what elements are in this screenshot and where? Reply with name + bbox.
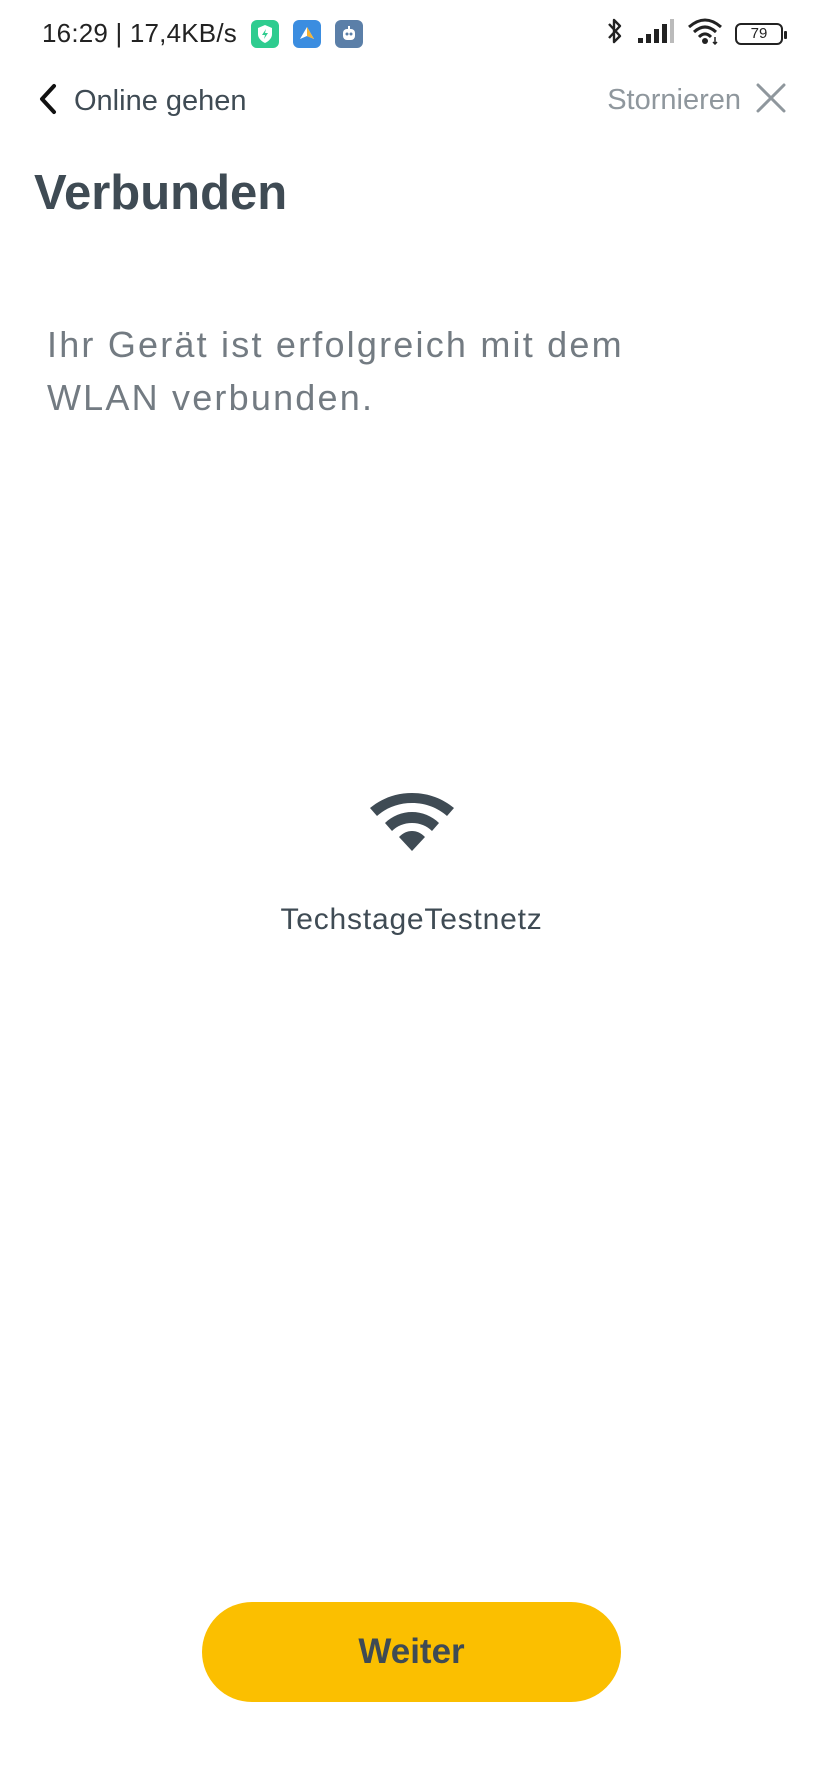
bluetooth-icon xyxy=(605,16,625,51)
back-button[interactable]: Online gehen xyxy=(36,82,247,121)
status-time-speed: 16:29 | 17,4KB/s xyxy=(42,18,237,48)
network-name: TechstageTestnetz xyxy=(280,903,543,936)
page-title: Verbunden xyxy=(34,166,288,220)
maps-app-icon xyxy=(292,19,321,48)
battery-icon: 79 xyxy=(735,22,787,45)
status-bar: 16:29 | 17,4KB/s 79 xyxy=(0,0,823,70)
wifi-status-icon xyxy=(687,17,723,50)
battery-level: 79 xyxy=(750,25,768,42)
chevron-left-icon xyxy=(36,82,60,121)
close-icon xyxy=(755,82,787,119)
signal-icon xyxy=(637,18,675,49)
back-label: Online gehen xyxy=(74,85,247,117)
status-left: 16:29 | 17,4KB/s xyxy=(42,18,363,49)
continue-button[interactable]: Weiter xyxy=(202,1602,621,1702)
shield-app-icon xyxy=(250,19,279,48)
cancel-button[interactable]: Stornieren xyxy=(607,82,787,119)
success-message: Ihr Gerät ist erfolgreich mit dem WLAN v… xyxy=(47,324,624,418)
status-right: 79 xyxy=(605,16,787,51)
wifi-icon xyxy=(368,790,456,857)
top-navigation: Online gehen Stornieren xyxy=(0,82,823,132)
bot-app-icon xyxy=(334,19,363,48)
connected-network: TechstageTestnetz xyxy=(0,790,823,937)
cancel-label: Stornieren xyxy=(607,84,741,116)
